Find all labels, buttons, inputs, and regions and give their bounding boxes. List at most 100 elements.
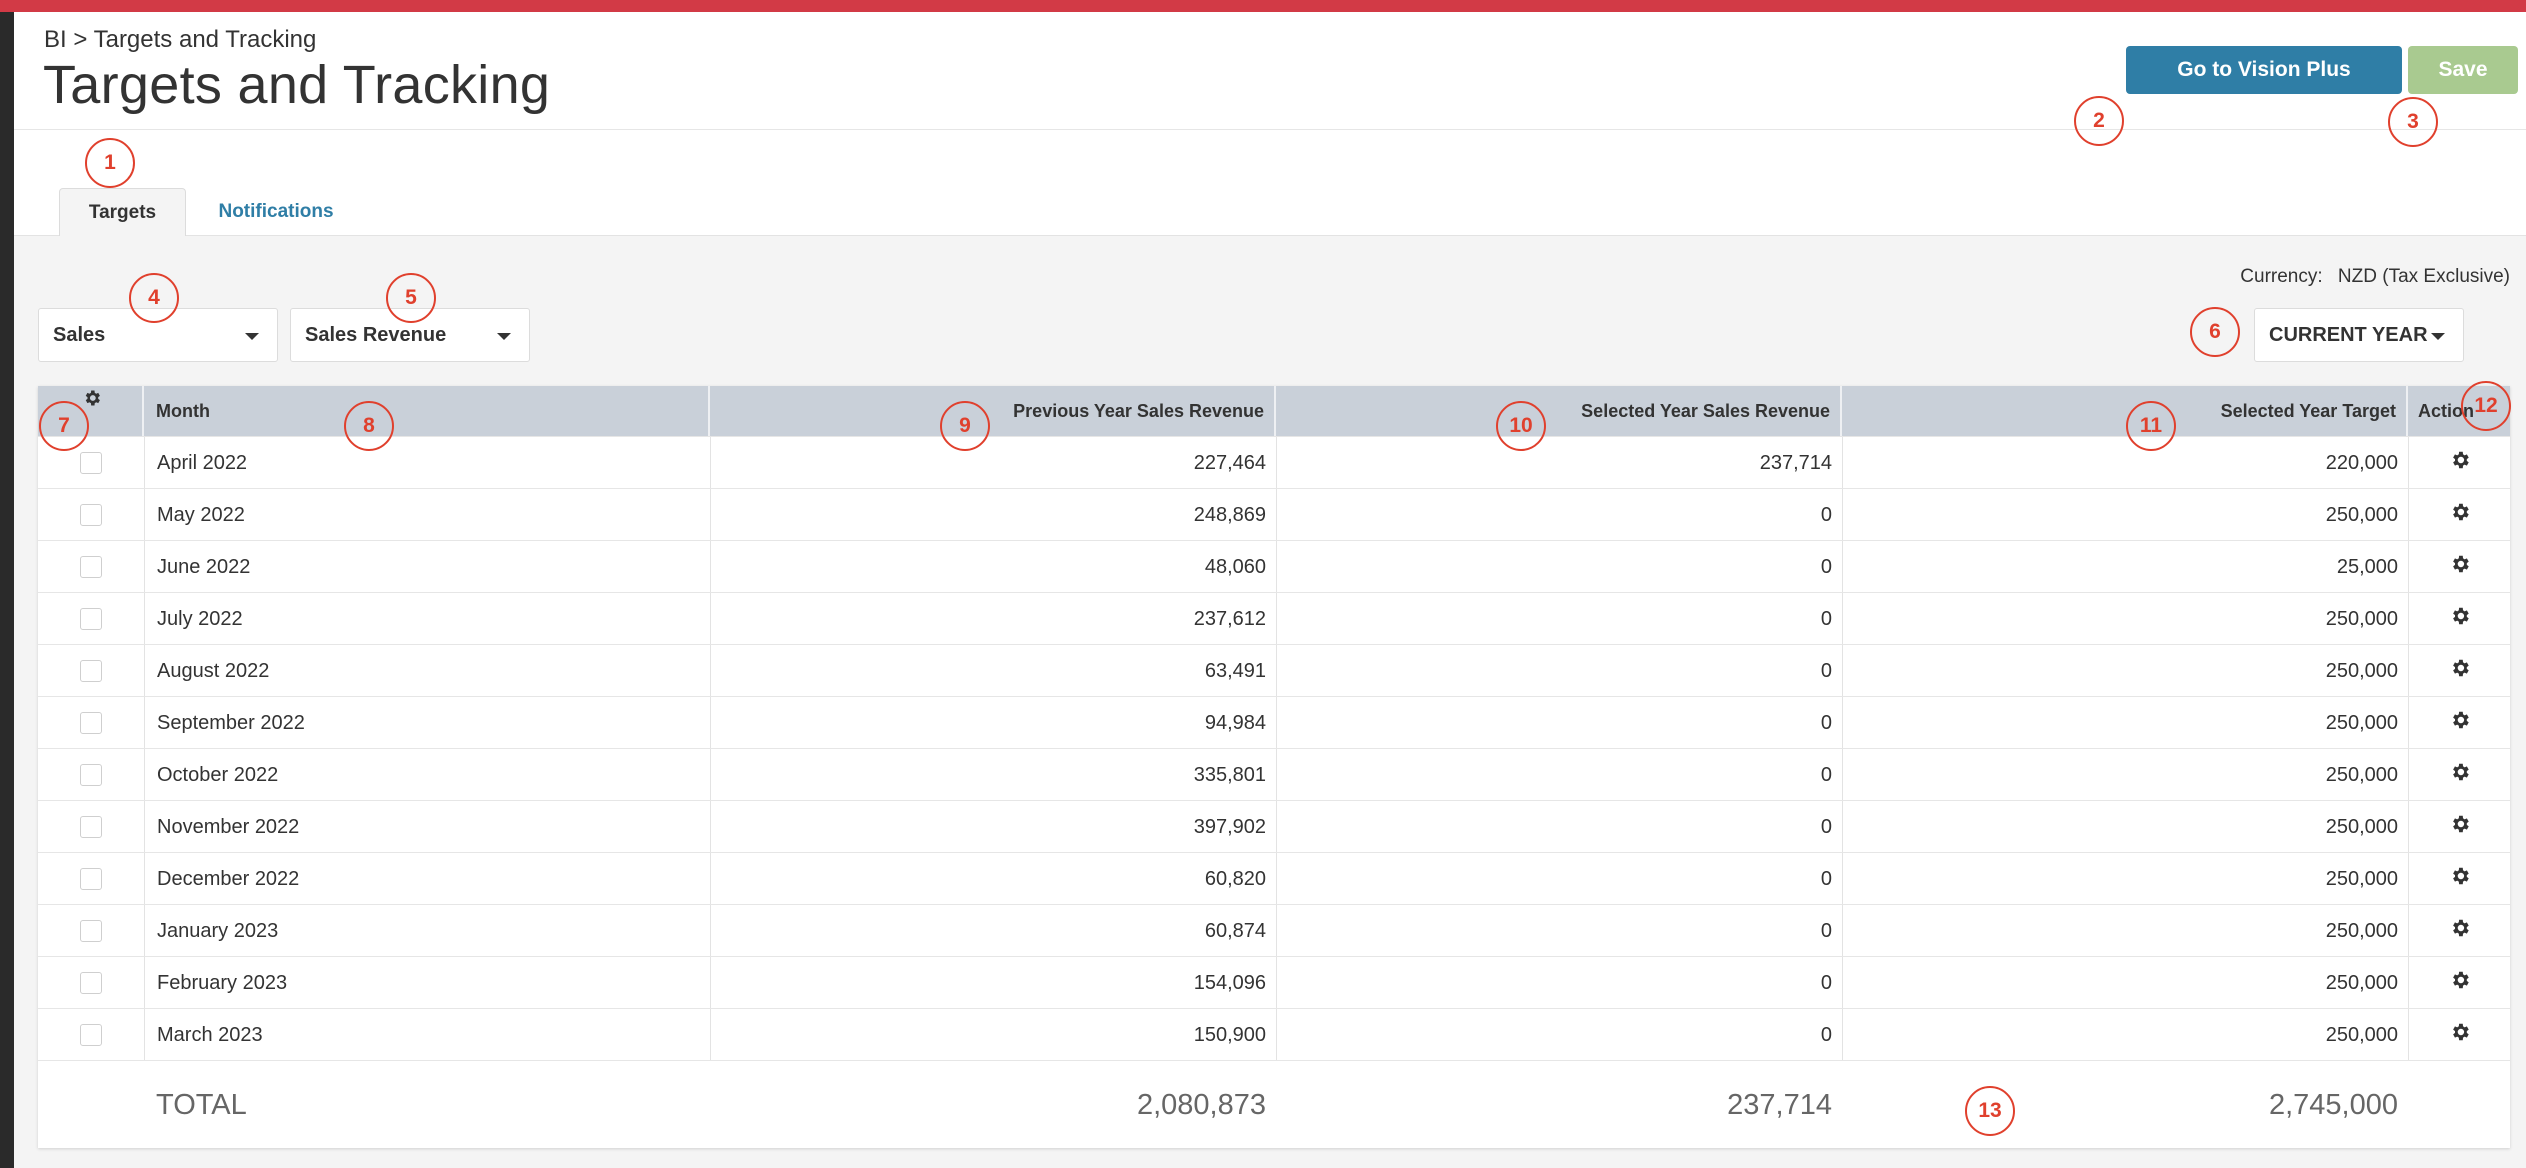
selected-year-cell: 0 bbox=[1276, 593, 1842, 645]
row-select-cell bbox=[38, 489, 144, 541]
annotation-marker: 8 bbox=[344, 401, 394, 451]
row-checkbox[interactable] bbox=[80, 816, 102, 838]
row-checkbox[interactable] bbox=[80, 1024, 102, 1046]
target-cell[interactable]: 250,000 bbox=[1842, 593, 2408, 645]
gear-icon[interactable] bbox=[2449, 605, 2471, 633]
annotation-marker: 10 bbox=[1496, 401, 1546, 451]
target-cell[interactable]: 250,000 bbox=[1842, 749, 2408, 801]
go-to-vision-plus-button[interactable]: Go to Vision Plus bbox=[2126, 46, 2402, 94]
column-header-selected-year[interactable]: Selected Year Sales Revenue bbox=[1276, 386, 1842, 436]
target-cell[interactable]: 250,000 bbox=[1842, 645, 2408, 697]
gear-icon[interactable] bbox=[2449, 969, 2471, 997]
target-cell[interactable]: 250,000 bbox=[1842, 1009, 2408, 1061]
gear-icon[interactable] bbox=[2449, 657, 2471, 685]
row-select-cell bbox=[38, 697, 144, 749]
row-action-cell bbox=[2408, 541, 2510, 593]
target-cell[interactable]: 250,000 bbox=[1842, 801, 2408, 853]
gear-icon[interactable] bbox=[2449, 917, 2471, 945]
previous-year-cell: 248,869 bbox=[710, 489, 1276, 541]
annotation-marker: 3 bbox=[2388, 97, 2438, 147]
row-action-cell bbox=[2408, 905, 2510, 957]
target-cell[interactable]: 220,000 bbox=[1842, 437, 2408, 489]
row-select-cell bbox=[38, 541, 144, 593]
caret-down-icon bbox=[2431, 333, 2445, 340]
annotation-marker: 12 bbox=[2461, 381, 2511, 431]
target-cell[interactable]: 250,000 bbox=[1842, 697, 2408, 749]
row-checkbox[interactable] bbox=[80, 452, 102, 474]
row-checkbox[interactable] bbox=[80, 556, 102, 578]
gear-icon[interactable] bbox=[2449, 865, 2471, 893]
caret-down-icon bbox=[245, 333, 259, 340]
left-edge-strip bbox=[0, 0, 14, 1168]
tab-bar: Targets Notifications bbox=[14, 130, 2526, 237]
table-row: May 2022 248,869 0 250,000 bbox=[38, 488, 2510, 541]
row-checkbox[interactable] bbox=[80, 712, 102, 734]
save-button[interactable]: Save bbox=[2408, 46, 2518, 94]
previous-year-cell: 237,612 bbox=[710, 593, 1276, 645]
row-action-cell bbox=[2408, 749, 2510, 801]
annotation-marker: 9 bbox=[940, 401, 990, 451]
page-title: Targets and Tracking bbox=[43, 55, 551, 115]
table-row: July 2022 237,612 0 250,000 bbox=[38, 592, 2510, 645]
row-select-cell bbox=[38, 749, 144, 801]
previous-year-cell: 335,801 bbox=[710, 749, 1276, 801]
annotation-marker: 7 bbox=[39, 401, 89, 451]
total-target: 2,745,000 bbox=[2268, 1088, 2398, 1121]
row-checkbox[interactable] bbox=[80, 608, 102, 630]
month-cell: April 2022 bbox=[144, 437, 710, 489]
table-row: January 2023 60,874 0 250,000 bbox=[38, 904, 2510, 957]
gear-icon[interactable] bbox=[2449, 449, 2471, 477]
selected-year-cell: 0 bbox=[1276, 541, 1842, 593]
row-checkbox[interactable] bbox=[80, 504, 102, 526]
target-cell[interactable]: 250,000 bbox=[1842, 853, 2408, 905]
currency-value: NZD (Tax Exclusive) bbox=[2337, 266, 2510, 287]
target-cell[interactable]: 25,000 bbox=[1842, 541, 2408, 593]
gear-icon[interactable] bbox=[2449, 761, 2471, 789]
tab-notifications[interactable]: Notifications bbox=[206, 188, 346, 236]
tab-targets[interactable]: Targets bbox=[59, 188, 186, 237]
previous-year-cell: 63,491 bbox=[710, 645, 1276, 697]
annotation-marker: 13 bbox=[1965, 1086, 2015, 1136]
gear-icon[interactable] bbox=[2449, 1021, 2471, 1049]
year-select-value: CURRENT YEAR bbox=[2269, 323, 2428, 346]
month-cell: August 2022 bbox=[144, 645, 710, 697]
row-checkbox[interactable] bbox=[80, 764, 102, 786]
year-select[interactable]: CURRENT YEAR bbox=[2254, 308, 2464, 362]
month-cell: November 2022 bbox=[144, 801, 710, 853]
previous-year-cell: 397,902 bbox=[710, 801, 1276, 853]
row-action-cell bbox=[2408, 489, 2510, 541]
row-action-cell bbox=[2408, 853, 2510, 905]
total-previous-year: 2,080,873 bbox=[1136, 1088, 1266, 1121]
gear-icon[interactable] bbox=[82, 388, 102, 408]
target-cell[interactable]: 250,000 bbox=[1842, 905, 2408, 957]
row-checkbox[interactable] bbox=[80, 868, 102, 890]
month-cell: December 2022 bbox=[144, 853, 710, 905]
previous-year-cell: 60,874 bbox=[710, 905, 1276, 957]
month-cell: October 2022 bbox=[144, 749, 710, 801]
row-checkbox[interactable] bbox=[80, 660, 102, 682]
month-cell: June 2022 bbox=[144, 541, 710, 593]
annotation-marker: 2 bbox=[2074, 96, 2124, 146]
target-cell[interactable]: 250,000 bbox=[1842, 489, 2408, 541]
breadcrumb[interactable]: BI > Targets and Tracking bbox=[44, 26, 316, 54]
selected-year-cell: 0 bbox=[1276, 853, 1842, 905]
gear-icon[interactable] bbox=[2449, 709, 2471, 737]
gear-icon[interactable] bbox=[2449, 553, 2471, 581]
gear-icon[interactable] bbox=[2449, 501, 2471, 529]
column-header-target[interactable]: Selected Year Target bbox=[1842, 386, 2408, 436]
row-action-cell bbox=[2408, 1009, 2510, 1061]
month-cell: March 2023 bbox=[144, 1009, 710, 1061]
row-select-cell bbox=[38, 645, 144, 697]
row-checkbox[interactable] bbox=[80, 920, 102, 942]
total-selected-year: 237,714 bbox=[1727, 1088, 1832, 1121]
gear-icon[interactable] bbox=[2449, 813, 2471, 841]
column-header-month[interactable]: Month bbox=[144, 386, 710, 436]
currency-label: Currency: bbox=[2240, 266, 2323, 287]
main-content: Currency: NZD (Tax Exclusive) Sales Sale… bbox=[14, 236, 2526, 1168]
row-checkbox[interactable] bbox=[80, 972, 102, 994]
previous-year-cell: 154,096 bbox=[710, 957, 1276, 1009]
target-cell[interactable]: 250,000 bbox=[1842, 957, 2408, 1009]
column-header-previous-year[interactable]: Previous Year Sales Revenue bbox=[710, 386, 1276, 436]
selected-year-cell: 0 bbox=[1276, 749, 1842, 801]
row-select-cell bbox=[38, 1009, 144, 1061]
